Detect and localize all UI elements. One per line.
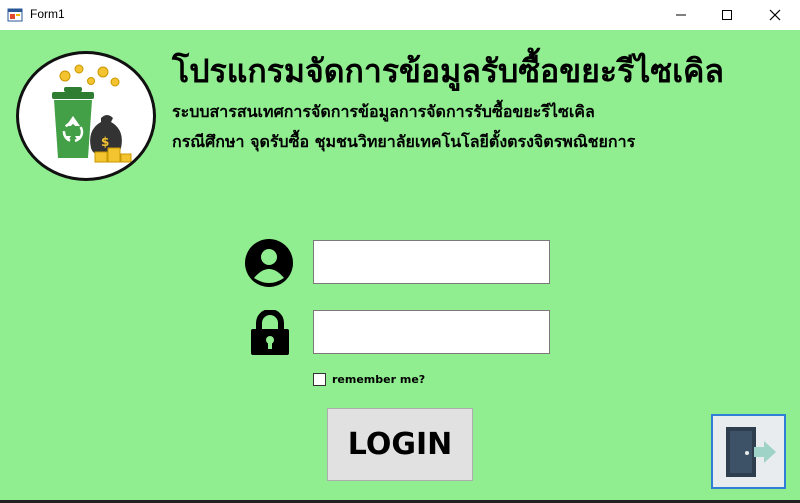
app-icon [7, 8, 23, 22]
minimize-icon [676, 14, 686, 16]
user-circle-icon [245, 239, 293, 287]
maximize-icon [722, 10, 732, 20]
username-input[interactable] [313, 240, 550, 284]
exit-button[interactable] [711, 414, 786, 489]
password-input[interactable] [313, 310, 550, 354]
close-button[interactable] [752, 0, 798, 30]
page-subtitle-line2: กรณีศึกษา จุดรับซื้อ ชุมชนวิทยาลัยเทคโนโ… [172, 132, 636, 151]
svg-text:$: $ [101, 135, 109, 149]
window-titlebar: Form1 [0, 0, 800, 30]
exit-door-icon [725, 426, 776, 477]
lock-icon [251, 310, 289, 355]
page-title: โปรแกรมจัดการข้อมูลรับซื้อขยะรีไซเคิล [172, 52, 725, 90]
remember-label[interactable]: remember me? [332, 373, 425, 386]
login-button[interactable]: LOGIN [327, 408, 473, 481]
recycle-logo: $ [16, 51, 156, 181]
recycle-bin-icon: $ [52, 64, 132, 163]
remember-me[interactable]: remember me? [313, 373, 425, 386]
maximize-button[interactable] [704, 0, 750, 30]
remember-checkbox[interactable] [313, 373, 326, 386]
window-title: Form1 [30, 7, 65, 21]
minimize-button[interactable] [658, 0, 704, 30]
page-subtitle-line1: ระบบสารสนเทศการจัดการข้อมูลการจัดการรับซ… [172, 102, 595, 121]
close-icon [769, 9, 781, 21]
